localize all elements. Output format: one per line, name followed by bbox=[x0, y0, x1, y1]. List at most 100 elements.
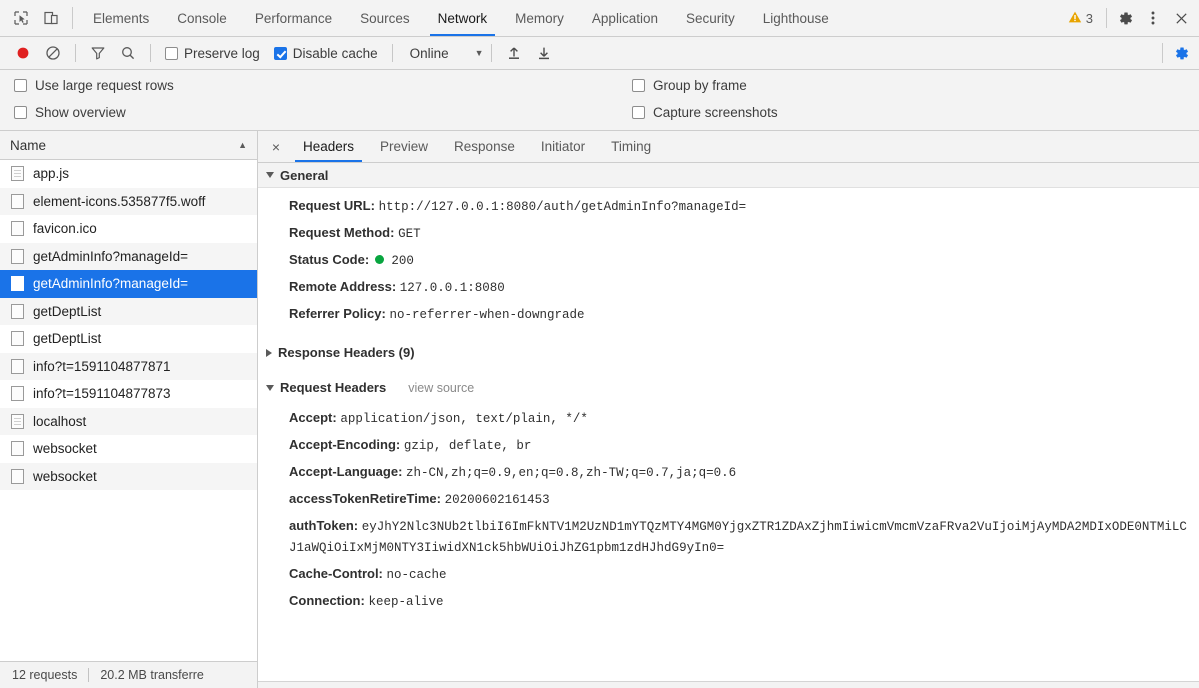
request-header-row: accessTokenRetireTime: 20200602161453 bbox=[258, 486, 1199, 513]
list-item[interactable]: getDeptList bbox=[0, 325, 257, 353]
request-header-row: Accept: application/json, text/plain, */… bbox=[258, 405, 1199, 432]
request-headers-section-header[interactable]: Request Headers view source bbox=[258, 375, 1199, 400]
general-row: Request Method: GET bbox=[258, 220, 1199, 247]
filter-icon[interactable] bbox=[83, 39, 113, 67]
device-toolbar-icon[interactable] bbox=[36, 0, 66, 36]
preserve-log-checkbox[interactable]: Preserve log bbox=[158, 46, 267, 61]
tab-lighthouse[interactable]: Lighthouse bbox=[749, 0, 843, 36]
row-key: Accept: bbox=[289, 410, 337, 425]
details-tab-label: Response bbox=[454, 139, 515, 154]
inspect-element-icon[interactable] bbox=[6, 0, 36, 36]
group-by-frame-checkbox[interactable]: Group by frame bbox=[632, 78, 778, 93]
request-headers-title: Request Headers bbox=[280, 380, 386, 395]
tab-performance[interactable]: Performance bbox=[241, 0, 346, 36]
request-name-column-header[interactable]: Name ▲ bbox=[0, 131, 257, 160]
list-item[interactable]: getAdminInfo?manageId= bbox=[0, 243, 257, 271]
file-icon bbox=[11, 331, 24, 346]
list-item[interactable]: favicon.ico bbox=[0, 215, 257, 243]
more-options-icon[interactable] bbox=[1139, 4, 1167, 32]
tab-application[interactable]: Application bbox=[578, 0, 672, 36]
row-value: gzip, deflate, br bbox=[404, 439, 532, 453]
toolbar-divider bbox=[75, 44, 76, 62]
use-large-request-rows-checkbox[interactable]: Use large request rows bbox=[14, 78, 624, 93]
tab-headers[interactable]: Headers bbox=[290, 131, 367, 162]
details-tab-label: Initiator bbox=[541, 139, 585, 154]
panel-tabs: Elements Console Performance Sources Net… bbox=[79, 0, 843, 36]
general-rows: Request URL: http://127.0.0.1:8080/auth/… bbox=[258, 188, 1199, 328]
request-header-row: authToken: eyJhY2Nlc3NUb2tlbiI6ImFkNTV1M… bbox=[258, 513, 1199, 561]
response-headers-section-header[interactable]: Response Headers (9) bbox=[258, 340, 1199, 365]
general-row: Remote Address: 127.0.0.1:8080 bbox=[258, 274, 1199, 301]
request-header-row: Accept-Language: zh-CN,zh;q=0.9,en;q=0.8… bbox=[258, 459, 1199, 486]
row-value: eyJhY2Nlc3NUb2tlbiI6ImFkNTV1M2UzND1mYTQz… bbox=[289, 520, 1187, 555]
tab-network[interactable]: Network bbox=[424, 0, 502, 36]
network-settings-gear-icon[interactable] bbox=[1167, 39, 1195, 67]
network-toolbar-right bbox=[1158, 39, 1199, 67]
preserve-log-label: Preserve log bbox=[184, 46, 260, 61]
request-rows[interactable]: app.js element-icons.535877f5.woff favic… bbox=[0, 160, 257, 661]
general-section-header[interactable]: General bbox=[258, 163, 1199, 188]
capture-screenshots-checkbox[interactable]: Capture screenshots bbox=[632, 105, 778, 120]
list-item[interactable]: websocket bbox=[0, 435, 257, 463]
list-item[interactable]: element-icons.535877f5.woff bbox=[0, 188, 257, 216]
checkbox-box bbox=[14, 106, 27, 119]
details-tab-label: Timing bbox=[611, 139, 651, 154]
request-count: 12 requests bbox=[12, 668, 77, 682]
list-item[interactable]: getDeptList bbox=[0, 298, 257, 326]
file-icon bbox=[11, 249, 24, 264]
use-large-request-rows-label: Use large request rows bbox=[35, 78, 174, 93]
request-headers-rows: Accept: application/json, text/plain, */… bbox=[258, 400, 1199, 615]
list-item[interactable]: localhost bbox=[0, 408, 257, 436]
row-key: Status Code: bbox=[289, 252, 369, 267]
toolbar-divider-4 bbox=[491, 44, 492, 62]
checkbox-box bbox=[632, 79, 645, 92]
export-har-icon[interactable] bbox=[529, 39, 559, 67]
record-button[interactable] bbox=[8, 39, 38, 67]
request-summary-bar: 12 requests 20.2 MB transferre bbox=[0, 661, 257, 688]
list-item[interactable]: info?t=1591104877873 bbox=[0, 380, 257, 408]
tab-timing[interactable]: Timing bbox=[598, 131, 664, 162]
tab-security[interactable]: Security bbox=[672, 0, 749, 36]
general-section-title: General bbox=[280, 168, 328, 183]
tab-elements[interactable]: Elements bbox=[79, 0, 163, 36]
tab-initiator[interactable]: Initiator bbox=[528, 131, 598, 162]
tab-label: Sources bbox=[360, 11, 410, 26]
gear-icon[interactable] bbox=[1111, 4, 1139, 32]
list-item[interactable]: info?t=1591104877871 bbox=[0, 353, 257, 381]
list-item[interactable]: app.js bbox=[0, 160, 257, 188]
document-icon bbox=[11, 166, 24, 181]
request-name: element-icons.535877f5.woff bbox=[33, 194, 205, 209]
row-key: Request URL: bbox=[289, 198, 375, 213]
import-har-icon[interactable] bbox=[499, 39, 529, 67]
view-source-link[interactable]: view source bbox=[408, 381, 474, 395]
close-devtools-icon[interactable] bbox=[1167, 4, 1195, 32]
tab-response[interactable]: Response bbox=[441, 131, 528, 162]
row-key: Request Method: bbox=[289, 225, 394, 240]
search-icon[interactable] bbox=[113, 39, 143, 67]
tab-preview[interactable]: Preview bbox=[367, 131, 441, 162]
tab-console[interactable]: Console bbox=[163, 0, 241, 36]
triangle-down-icon bbox=[266, 385, 274, 391]
transferred-size: 20.2 MB transferre bbox=[100, 668, 204, 682]
throttling-dropdown[interactable]: Online ▼ bbox=[400, 46, 484, 61]
document-icon bbox=[11, 414, 24, 429]
list-item[interactable]: websocket bbox=[0, 463, 257, 491]
request-header-row: Cache-Control: no-cache bbox=[258, 561, 1199, 588]
disable-cache-checkbox[interactable]: Disable cache bbox=[267, 46, 385, 61]
close-icon[interactable]: × bbox=[262, 131, 290, 162]
file-icon bbox=[11, 194, 24, 209]
tab-label: Application bbox=[592, 11, 658, 26]
tab-sources[interactable]: Sources bbox=[346, 0, 424, 36]
row-key: Cache-Control: bbox=[289, 566, 383, 581]
tab-memory[interactable]: Memory bbox=[501, 0, 578, 36]
list-item-selected[interactable]: getAdminInfo?manageId= bbox=[0, 270, 257, 298]
show-overview-checkbox[interactable]: Show overview bbox=[14, 105, 624, 120]
checkbox-box bbox=[274, 47, 287, 60]
file-icon bbox=[11, 469, 24, 484]
disable-cache-label: Disable cache bbox=[293, 46, 378, 61]
clear-button[interactable] bbox=[38, 39, 68, 67]
status-ok-dot-icon bbox=[375, 255, 384, 264]
headers-content[interactable]: General Request URL: http://127.0.0.1:80… bbox=[258, 163, 1199, 688]
warning-count-badge[interactable]: 3 bbox=[1059, 10, 1102, 27]
request-header-row: Connection: keep-alive bbox=[258, 588, 1199, 615]
